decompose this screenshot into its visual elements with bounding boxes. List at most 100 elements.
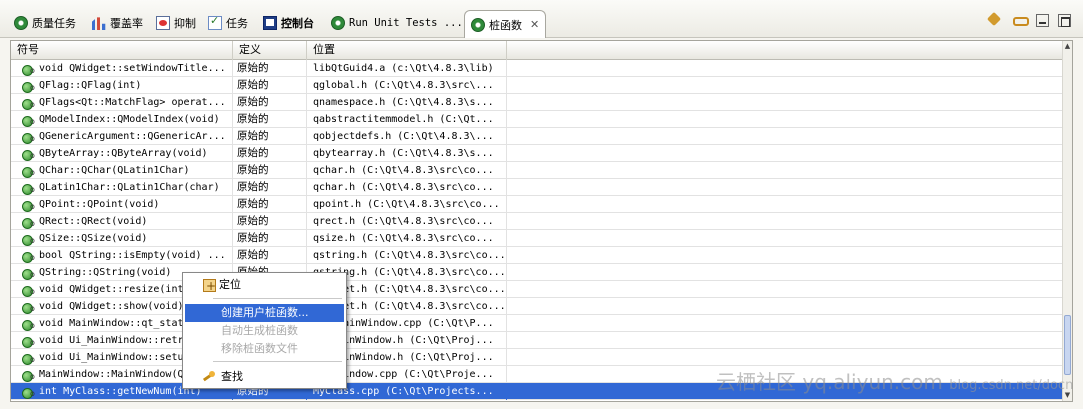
tab-quality-tasks[interactable]: 质量任务 <box>14 12 76 34</box>
scroll-up-icon[interactable]: ▲ <box>1063 41 1072 52</box>
function-icon <box>22 233 35 246</box>
cell-definition: 原始的 <box>233 230 307 247</box>
table-row[interactable]: QPoint::QPoint(void) 原始的qpoint.h (C:\Qt\4… <box>11 196 1072 213</box>
scroll-down-icon[interactable]: ▼ <box>1063 390 1072 401</box>
cell-filler <box>507 128 1072 145</box>
table-row[interactable]: QGenericArgument::QGenericAr... 原始的qobjec… <box>11 128 1072 145</box>
symbol-text: QLatin1Char::QLatin1Char(char) <box>39 182 220 193</box>
function-icon <box>22 131 35 144</box>
find-icon <box>203 371 216 384</box>
cell-location: qstring.h (C:\Qt\4.8.3\src\co... <box>307 247 507 264</box>
cell-location: qobjectdefs.h (C:\Qt\4.8.3\... <box>307 128 507 145</box>
function-icon <box>22 267 35 280</box>
table-row[interactable]: QFlags<Qt::MatchFlag> operat... 原始的qnames… <box>11 94 1072 111</box>
menu-item-auto-generate-stub: 自动生成桩函数 <box>185 322 344 340</box>
menu-item-label: 创建用户桩函数... <box>221 306 309 319</box>
menu-item-locate[interactable]: 定位 <box>185 276 344 295</box>
column-header-location[interactable]: 位置 <box>307 41 507 60</box>
tasks-icon <box>208 14 222 30</box>
column-header-symbol[interactable]: 符号 <box>11 41 233 60</box>
symbol-text: bool QString::isEmpty(void) ... <box>39 250 226 261</box>
tab-label: 覆盖率 <box>110 17 143 30</box>
tab-tasks[interactable]: 任务 <box>208 12 248 34</box>
table-row[interactable]: void QWidget::resize(int...原始的qwidget.h … <box>11 281 1072 298</box>
minimize-button[interactable] <box>1036 13 1049 27</box>
cell-location: qsize.h (C:\Qt\4.8.3\src\co... <box>307 230 507 247</box>
menu-item-create-user-stub[interactable]: 创建用户桩函数... <box>185 304 344 322</box>
cell-definition: 原始的 <box>233 196 307 213</box>
symbol-text: QFlag::QFlag(int) <box>39 80 142 91</box>
function-icon <box>22 80 35 93</box>
cell-definition: 原始的 <box>233 60 307 77</box>
cell-symbol: QModelIndex::QModelIndex(void) <box>11 111 233 128</box>
table-row[interactable]: QFlag::QFlag(int) 原始的qglobal.h (C:\Qt\4.8… <box>11 77 1072 94</box>
table-row[interactable]: QChar::QChar(QLatin1Char) 原始的qchar.h (C:\… <box>11 162 1072 179</box>
cell-filler <box>507 213 1072 230</box>
table-row[interactable]: QRect::QRect(void) 原始的qrect.h (C:\Qt\4.8.… <box>11 213 1072 230</box>
pin-icon[interactable] <box>986 12 1002 28</box>
cell-definition: 原始的 <box>233 77 307 94</box>
cell-definition: 原始的 <box>233 128 307 145</box>
table-row[interactable]: QModelIndex::QModelIndex(void) 原始的qabstra… <box>11 111 1072 128</box>
table-row[interactable]: bool QString::isEmpty(void) ... 原始的qstrin… <box>11 247 1072 264</box>
table-row[interactable]: QString::QString(void)原始的qstring.h (C:\Q… <box>11 264 1072 281</box>
gear-icon <box>471 17 485 32</box>
column-header-definition[interactable]: 定义 <box>233 41 307 60</box>
function-icon <box>22 386 35 399</box>
tab-stub-functions[interactable]: 桩函数 ✕ <box>464 10 547 38</box>
tab-label: 抑制 <box>174 17 196 30</box>
tab-run-unit-tests[interactable]: Run Unit Tests ... <box>331 12 463 34</box>
cell-definition: 原始的 <box>233 94 307 111</box>
cell-filler <box>507 196 1072 213</box>
symbol-text: QFlags<Qt::MatchFlag> operat... <box>39 97 226 108</box>
table-row[interactable]: QLatin1Char::QLatin1Char(char) 原始的qchar.h… <box>11 179 1072 196</box>
gear-icon <box>14 16 28 30</box>
function-icon <box>22 199 35 212</box>
cell-definition: 原始的 <box>233 179 307 196</box>
context-menu: 定位 创建用户桩函数... 自动生成桩函数 移除桩函数文件 查找 <box>182 272 347 389</box>
tab-console[interactable]: 控制台 <box>263 12 314 34</box>
view-tab-bar: 质量任务 覆盖率 抑制 任务 控制台 Run Unit Tests ... 桩函… <box>0 0 1083 38</box>
table-row[interactable]: void Ui_MainWindow::setu...原始的ui_mainWin… <box>11 349 1072 366</box>
link-icon[interactable] <box>1011 12 1029 28</box>
table-row[interactable]: void QWidget::show(void)原始的qwidget.h (C:… <box>11 298 1072 315</box>
menu-item-label: 自动生成桩函数 <box>221 324 298 337</box>
menu-item-label: 移除桩函数文件 <box>221 342 298 355</box>
menu-item-label: 定位 <box>219 278 241 291</box>
cell-filler <box>507 247 1072 264</box>
function-icon <box>22 165 35 178</box>
cell-definition: 原始的 <box>233 162 307 179</box>
cell-filler <box>507 77 1072 94</box>
menu-item-find[interactable]: 查找 <box>185 368 344 386</box>
tab-label: 桩函数 <box>489 18 522 32</box>
table-row[interactable]: void QWidget::setWindowTitle... 原始的libQtG… <box>11 60 1072 77</box>
table-row[interactable]: void Ui_MainWindow::retr...原始的ui_mainWin… <box>11 332 1072 349</box>
function-icon <box>22 148 35 161</box>
column-header-filler <box>507 41 1072 60</box>
menu-separator <box>213 361 342 362</box>
table-row[interactable]: QByteArray::QByteArray(void) 原始的qbytearra… <box>11 145 1072 162</box>
function-icon <box>22 318 35 331</box>
symbol-text: QModelIndex::QModelIndex(void) <box>39 114 220 125</box>
maximize-button[interactable] <box>1058 13 1071 27</box>
function-icon <box>22 352 35 365</box>
close-icon[interactable]: ✕ <box>530 18 539 31</box>
symbol-text: QPoint::QPoint(void) <box>39 199 160 210</box>
tab-coverage[interactable]: 覆盖率 <box>92 12 143 34</box>
scrollbar-thumb[interactable] <box>1064 315 1071 375</box>
cell-symbol: QFlags<Qt::MatchFlag> operat... <box>11 94 233 111</box>
tab-label: Run Unit Tests ... <box>349 17 463 29</box>
vertical-scrollbar[interactable]: ▲ ▼ <box>1062 41 1072 401</box>
tab-suppress[interactable]: 抑制 <box>156 12 196 34</box>
table-header: 符号 定义 位置 <box>11 41 1072 60</box>
table-row[interactable]: int MyClass::getNewNum(int)原始的MyClass.cp… <box>11 383 1072 400</box>
menu-separator <box>213 298 342 299</box>
console-icon <box>263 16 277 30</box>
cell-location: qpoint.h (C:\Qt\4.8.3\src\co... <box>307 196 507 213</box>
cell-filler <box>507 298 1072 315</box>
table-row[interactable]: QSize::QSize(void) 原始的qsize.h (C:\Qt\4.8.… <box>11 230 1072 247</box>
tab-label: 控制台 <box>281 17 314 30</box>
table-row[interactable]: void MainWindow::qt_stat...原始的moc_mainWi… <box>11 315 1072 332</box>
cell-location: qglobal.h (C:\Qt\4.8.3\src\... <box>307 77 507 94</box>
table-row[interactable]: MainWindow::MainWindow(Q...原始的mainWindow… <box>11 366 1072 383</box>
